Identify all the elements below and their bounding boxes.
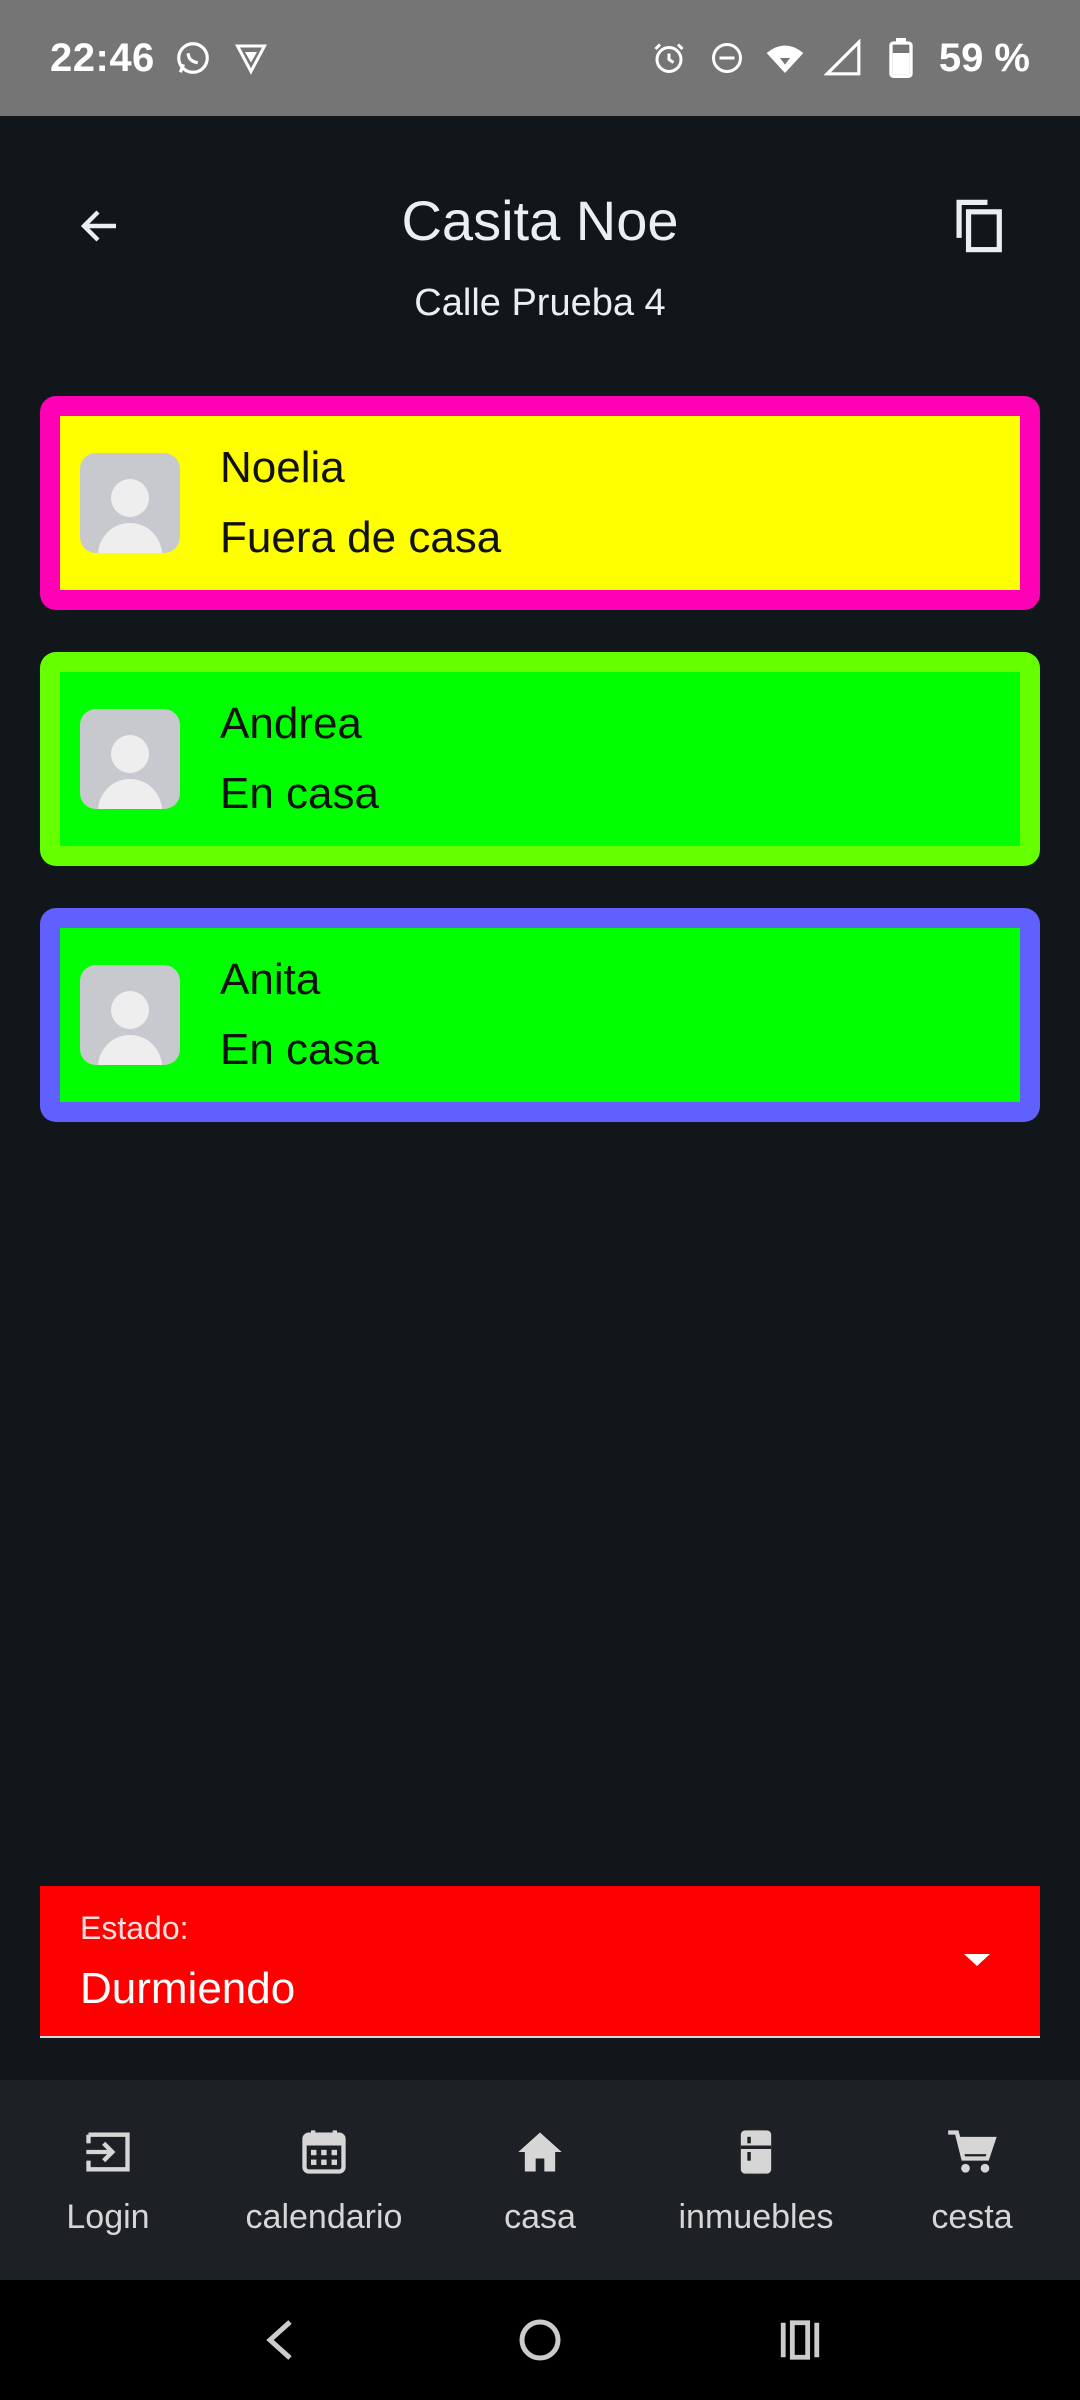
member-card[interactable]: Noelia Fuera de casa [40,396,1040,610]
vpn-icon [231,38,271,78]
system-recents-icon [780,2320,820,2360]
member-text: Andrea En casa [220,699,379,819]
system-back-button[interactable] [240,2300,320,2380]
nav-label: inmuebles [678,2197,834,2236]
home-icon [512,2124,568,2180]
signal-icon [823,38,863,78]
whatsapp-icon [173,38,213,78]
wifi-icon [765,38,805,78]
system-recents-button[interactable] [760,2300,840,2380]
estado-value: Durmiendo [80,1964,296,2013]
nav-item-casa[interactable]: casa [432,2080,648,2280]
battery-icon [881,38,921,78]
avatar [80,709,180,809]
member-list: Noelia Fuera de casa Andrea En casa Anit… [40,396,1040,1164]
nav-label: cesta [931,2197,1013,2236]
estado-dropdown[interactable]: Estado: Durmiendo [40,1886,1040,2038]
member-card-inner: Anita En casa [60,928,1020,1102]
member-status: Fuera de casa [220,513,502,562]
member-name: Andrea [220,699,362,748]
member-card-inner: Noelia Fuera de casa [60,416,1020,590]
battery-percent: 59 % [938,35,1030,80]
alarm-icon [649,38,689,78]
avatar [80,453,180,553]
status-left: 22:46 [50,36,271,81]
nav-item-calendario[interactable]: calendario [216,2080,432,2280]
copy-button[interactable] [938,186,1018,266]
member-card[interactable]: Andrea En casa [40,652,1040,866]
nav-label: calendario [245,2197,403,2236]
page-subtitle: Calle Prueba 4 [414,282,666,324]
system-nav [0,2280,1080,2400]
app-header: Casita Noe Calle Prueba 4 [0,116,1080,346]
member-status: En casa [220,1025,379,1074]
nav-label: Login [66,2197,150,2236]
nav-item-cesta[interactable]: cesta [864,2080,1080,2280]
fridge-icon [728,2124,784,2180]
member-card[interactable]: Anita En casa [40,908,1040,1122]
bottom-nav: Login calendario casa inmuebles cesta [0,2080,1080,2280]
member-name: Noelia [220,443,345,492]
dropdown-arrow-icon [964,1954,990,1966]
nav-item-inmuebles[interactable]: inmuebles [648,2080,864,2280]
member-name: Anita [220,955,321,1004]
member-text: Anita En casa [220,955,379,1075]
login-icon [80,2124,136,2180]
system-home-icon [519,2319,561,2361]
avatar [80,965,180,1065]
status-bar: 22:46 59 % [0,0,1080,116]
system-home-button[interactable] [500,2300,580,2380]
cart-icon [944,2124,1000,2180]
member-status: En casa [220,769,379,818]
nav-item-login[interactable]: Login [0,2080,216,2280]
member-card-inner: Andrea En casa [60,672,1020,846]
nav-label: casa [504,2197,576,2236]
copy-icon [956,199,1002,253]
page-title: Casita Noe [401,189,679,252]
dnd-icon [707,38,747,78]
status-time: 22:46 [50,35,155,80]
estado-label: Estado: [80,1910,189,1946]
status-right: 59 % [649,36,1030,81]
calendar-icon [296,2124,352,2180]
member-text: Noelia Fuera de casa [220,443,501,563]
system-back-icon [266,2320,292,2360]
